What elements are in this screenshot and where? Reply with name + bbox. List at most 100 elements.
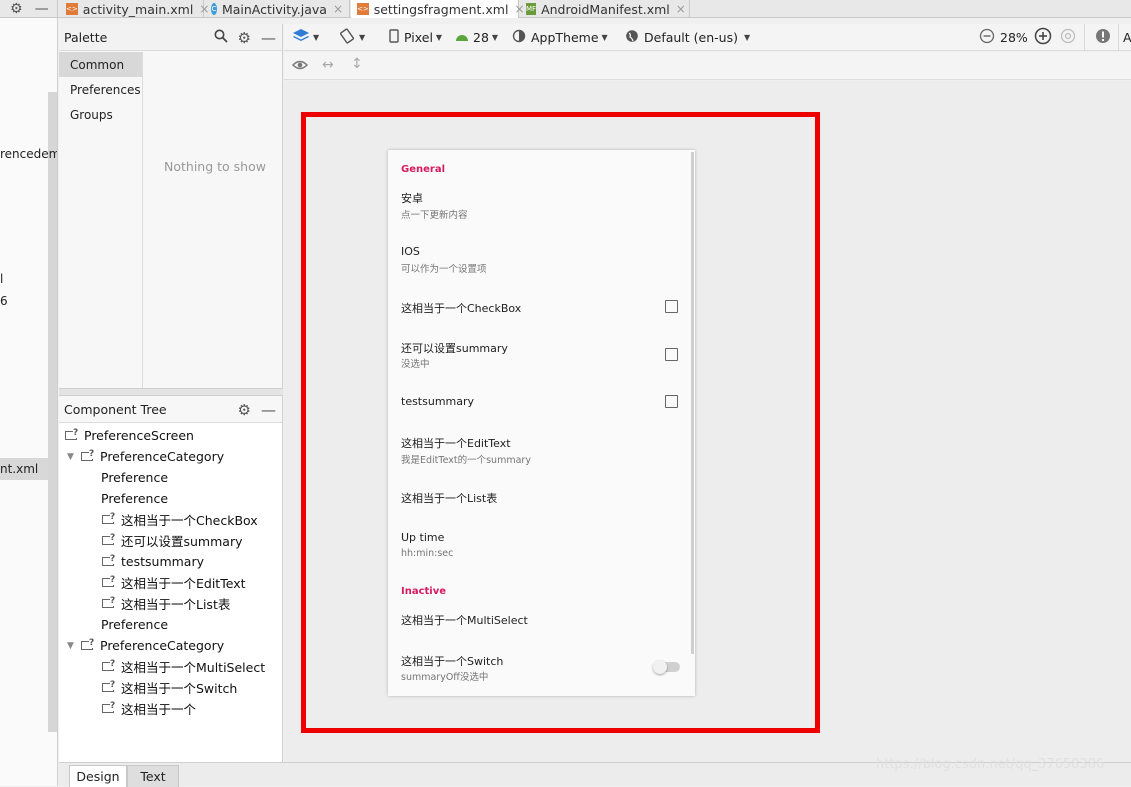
unknown-view-icon: ? (65, 427, 81, 442)
locale-dropdown[interactable]: Default (en-us) ▼ (625, 24, 750, 51)
pref-title[interactable]: 这相当于一个List表 (401, 490, 497, 506)
minimize-icon[interactable]: — (261, 29, 276, 47)
tree-node-label: 这相当于一个EditText (121, 576, 246, 591)
tree-node-testsummary[interactable]: ? testsummary (102, 551, 204, 572)
tab-settingsfragment[interactable]: <> settingsfragment.xml × (351, 0, 525, 18)
gear-icon[interactable]: ⚙ (238, 29, 251, 47)
project-item-label[interactable]: nt.xml (0, 462, 38, 476)
zoom-in-button[interactable] (1034, 24, 1052, 51)
zoom-fit-button[interactable] (1060, 24, 1076, 51)
palette-category-common[interactable]: Common (59, 52, 142, 77)
palette-category-preferences[interactable]: Preferences (59, 77, 142, 102)
xml-layout-icon: <> (66, 3, 78, 15)
eye-icon[interactable] (292, 58, 308, 75)
rotate-icon (338, 28, 356, 47)
pref-summary: 我是EditText的一个summary (401, 455, 531, 466)
unknown-view-icon: ? (102, 658, 118, 673)
pref-checkbox[interactable] (665, 348, 678, 361)
tree-node-preference-category[interactable]: ▼ ? PreferenceCategory (67, 446, 224, 467)
unknown-view-icon: ? (102, 595, 118, 610)
pref-title[interactable]: 这相当于一个Switch (401, 653, 503, 669)
tree-node-label: 这相当于一个MultiSelect (121, 660, 266, 675)
design-toolbar: ▼ ▼ Pixel ▼ 28 ▼ AppTheme ▼ Default (en-us)… (284, 24, 1131, 51)
project-item-label[interactable]: 6 (0, 294, 8, 308)
pref-title[interactable]: 还可以设置summary (401, 340, 508, 356)
expand-arrow-icon[interactable]: ▼ (67, 641, 81, 651)
palette-category-groups[interactable]: Groups (59, 102, 142, 127)
pref-title[interactable]: testsummary (401, 395, 474, 408)
project-panel-strip: rencedem l 6 nt.xml (0, 18, 58, 786)
tree-node-preference-category[interactable]: ▼ ? PreferenceCategory (67, 635, 224, 656)
tab-main-activity[interactable]: C MainActivity.java × (205, 0, 350, 18)
zoom-label: 28% (1000, 30, 1028, 45)
tree-node-preference-screen[interactable]: ? PreferenceScreen (65, 425, 194, 446)
pref-summary: 点一下更新内容 (401, 210, 468, 221)
pref-summary: summaryOff没选中 (401, 672, 489, 683)
ide-settings-area: ⚙ — (0, 0, 58, 18)
tree-node-label: testsummary (121, 554, 204, 569)
pref-title[interactable]: 安卓 (401, 190, 423, 206)
pref-title[interactable]: Up time (401, 531, 444, 544)
horizontal-resize-icon[interactable]: ↔ (322, 57, 334, 73)
orientation-dropdown[interactable]: ▼ (338, 24, 365, 51)
pref-checkbox[interactable] (665, 300, 678, 313)
watermark-text: https://blog.csdn.net/qq_37658386 (876, 757, 1105, 772)
pref-summary: 没选中 (401, 359, 430, 370)
search-icon[interactable] (214, 29, 228, 47)
zoom-out-button[interactable] (979, 24, 995, 51)
minimize-icon[interactable]: — (35, 1, 49, 17)
api-label: 28 (473, 30, 489, 45)
phone-icon (388, 29, 400, 46)
tree-node-edittext[interactable]: ? 这相当于一个EditText (102, 572, 246, 593)
tree-node-list[interactable]: ? 这相当于一个List表 (102, 593, 230, 614)
palette-panel: Palette ⚙ — Common Preferences Groups No… (59, 24, 283, 388)
tab-activity-main[interactable]: <> activity_main.xml × (60, 0, 209, 18)
warnings-button[interactable] (1084, 24, 1111, 51)
design-surface-dropdown[interactable]: ▼ (292, 24, 319, 51)
tree-node-checkbox[interactable]: ? 这相当于一个CheckBox (102, 509, 258, 530)
project-scrollbar[interactable] (48, 92, 57, 732)
attributes-panel-stub[interactable]: A (1118, 24, 1131, 51)
tree-node-checkbox-summary[interactable]: ? 还可以设置summary (102, 530, 243, 551)
api-level-dropdown[interactable]: 28 ▼ (455, 24, 498, 51)
pref-summary: hh:min:sec (401, 548, 454, 559)
tab-label: settingsfragment.xml (373, 1, 509, 17)
pref-title[interactable]: 这相当于一个EditText (401, 435, 511, 451)
zoom-in-icon (1034, 27, 1052, 48)
tree-node-preference[interactable]: Preference (101, 614, 168, 635)
tree-node-switch[interactable]: ? 这相当于一个Switch (102, 677, 237, 698)
pref-title[interactable]: 这相当于一个MultiSelect (401, 612, 528, 628)
tab-design[interactable]: Design (69, 765, 127, 787)
gear-icon[interactable]: ⚙ (238, 401, 251, 419)
tree-node-unnamed[interactable]: ? 这相当于一个 (102, 698, 196, 719)
tree-node-label: Preference (101, 470, 169, 485)
gear-icon[interactable]: ⚙ (10, 1, 23, 17)
tree-node-multiselect[interactable]: ? 这相当于一个MultiSelect (102, 656, 265, 677)
vertical-resize-icon[interactable]: ↕ (351, 56, 363, 72)
tree-node-preference[interactable]: Preference (101, 488, 168, 509)
tab-label: AndroidManifest.xml (541, 1, 670, 17)
theme-dropdown[interactable]: AppTheme ▼ (512, 24, 608, 51)
tree-node-preference[interactable]: Preference (101, 467, 168, 488)
close-icon[interactable]: × (333, 2, 343, 16)
tab-label: MainActivity.java (221, 1, 327, 17)
pref-title[interactable]: IOS (401, 245, 420, 258)
device-label: Pixel (404, 30, 433, 45)
pref-checkbox[interactable] (665, 395, 678, 408)
panel-splitter[interactable] (59, 388, 283, 396)
tab-text[interactable]: Text (127, 765, 179, 787)
project-item-label[interactable]: rencedem (0, 147, 57, 161)
expand-arrow-icon[interactable]: ▼ (67, 452, 81, 462)
unknown-view-icon: ? (102, 532, 118, 547)
pref-title[interactable]: 这相当于一个CheckBox (401, 300, 521, 316)
minimize-icon[interactable]: — (261, 401, 276, 419)
project-item-label[interactable]: l (0, 272, 3, 286)
pref-switch-thumb[interactable] (653, 660, 667, 674)
tab-android-manifest[interactable]: MF AndroidManifest.xml × (520, 0, 690, 18)
palette-title: Palette (64, 29, 108, 45)
device-dropdown[interactable]: Pixel ▼ (388, 24, 442, 51)
close-icon[interactable]: × (676, 2, 686, 16)
android-icon (455, 30, 469, 45)
unknown-view-icon: ? (102, 511, 118, 526)
preference-preview[interactable]: General 安卓 点一下更新内容 IOS 可以作为一个设置项 这相当于一个C… (388, 150, 695, 696)
